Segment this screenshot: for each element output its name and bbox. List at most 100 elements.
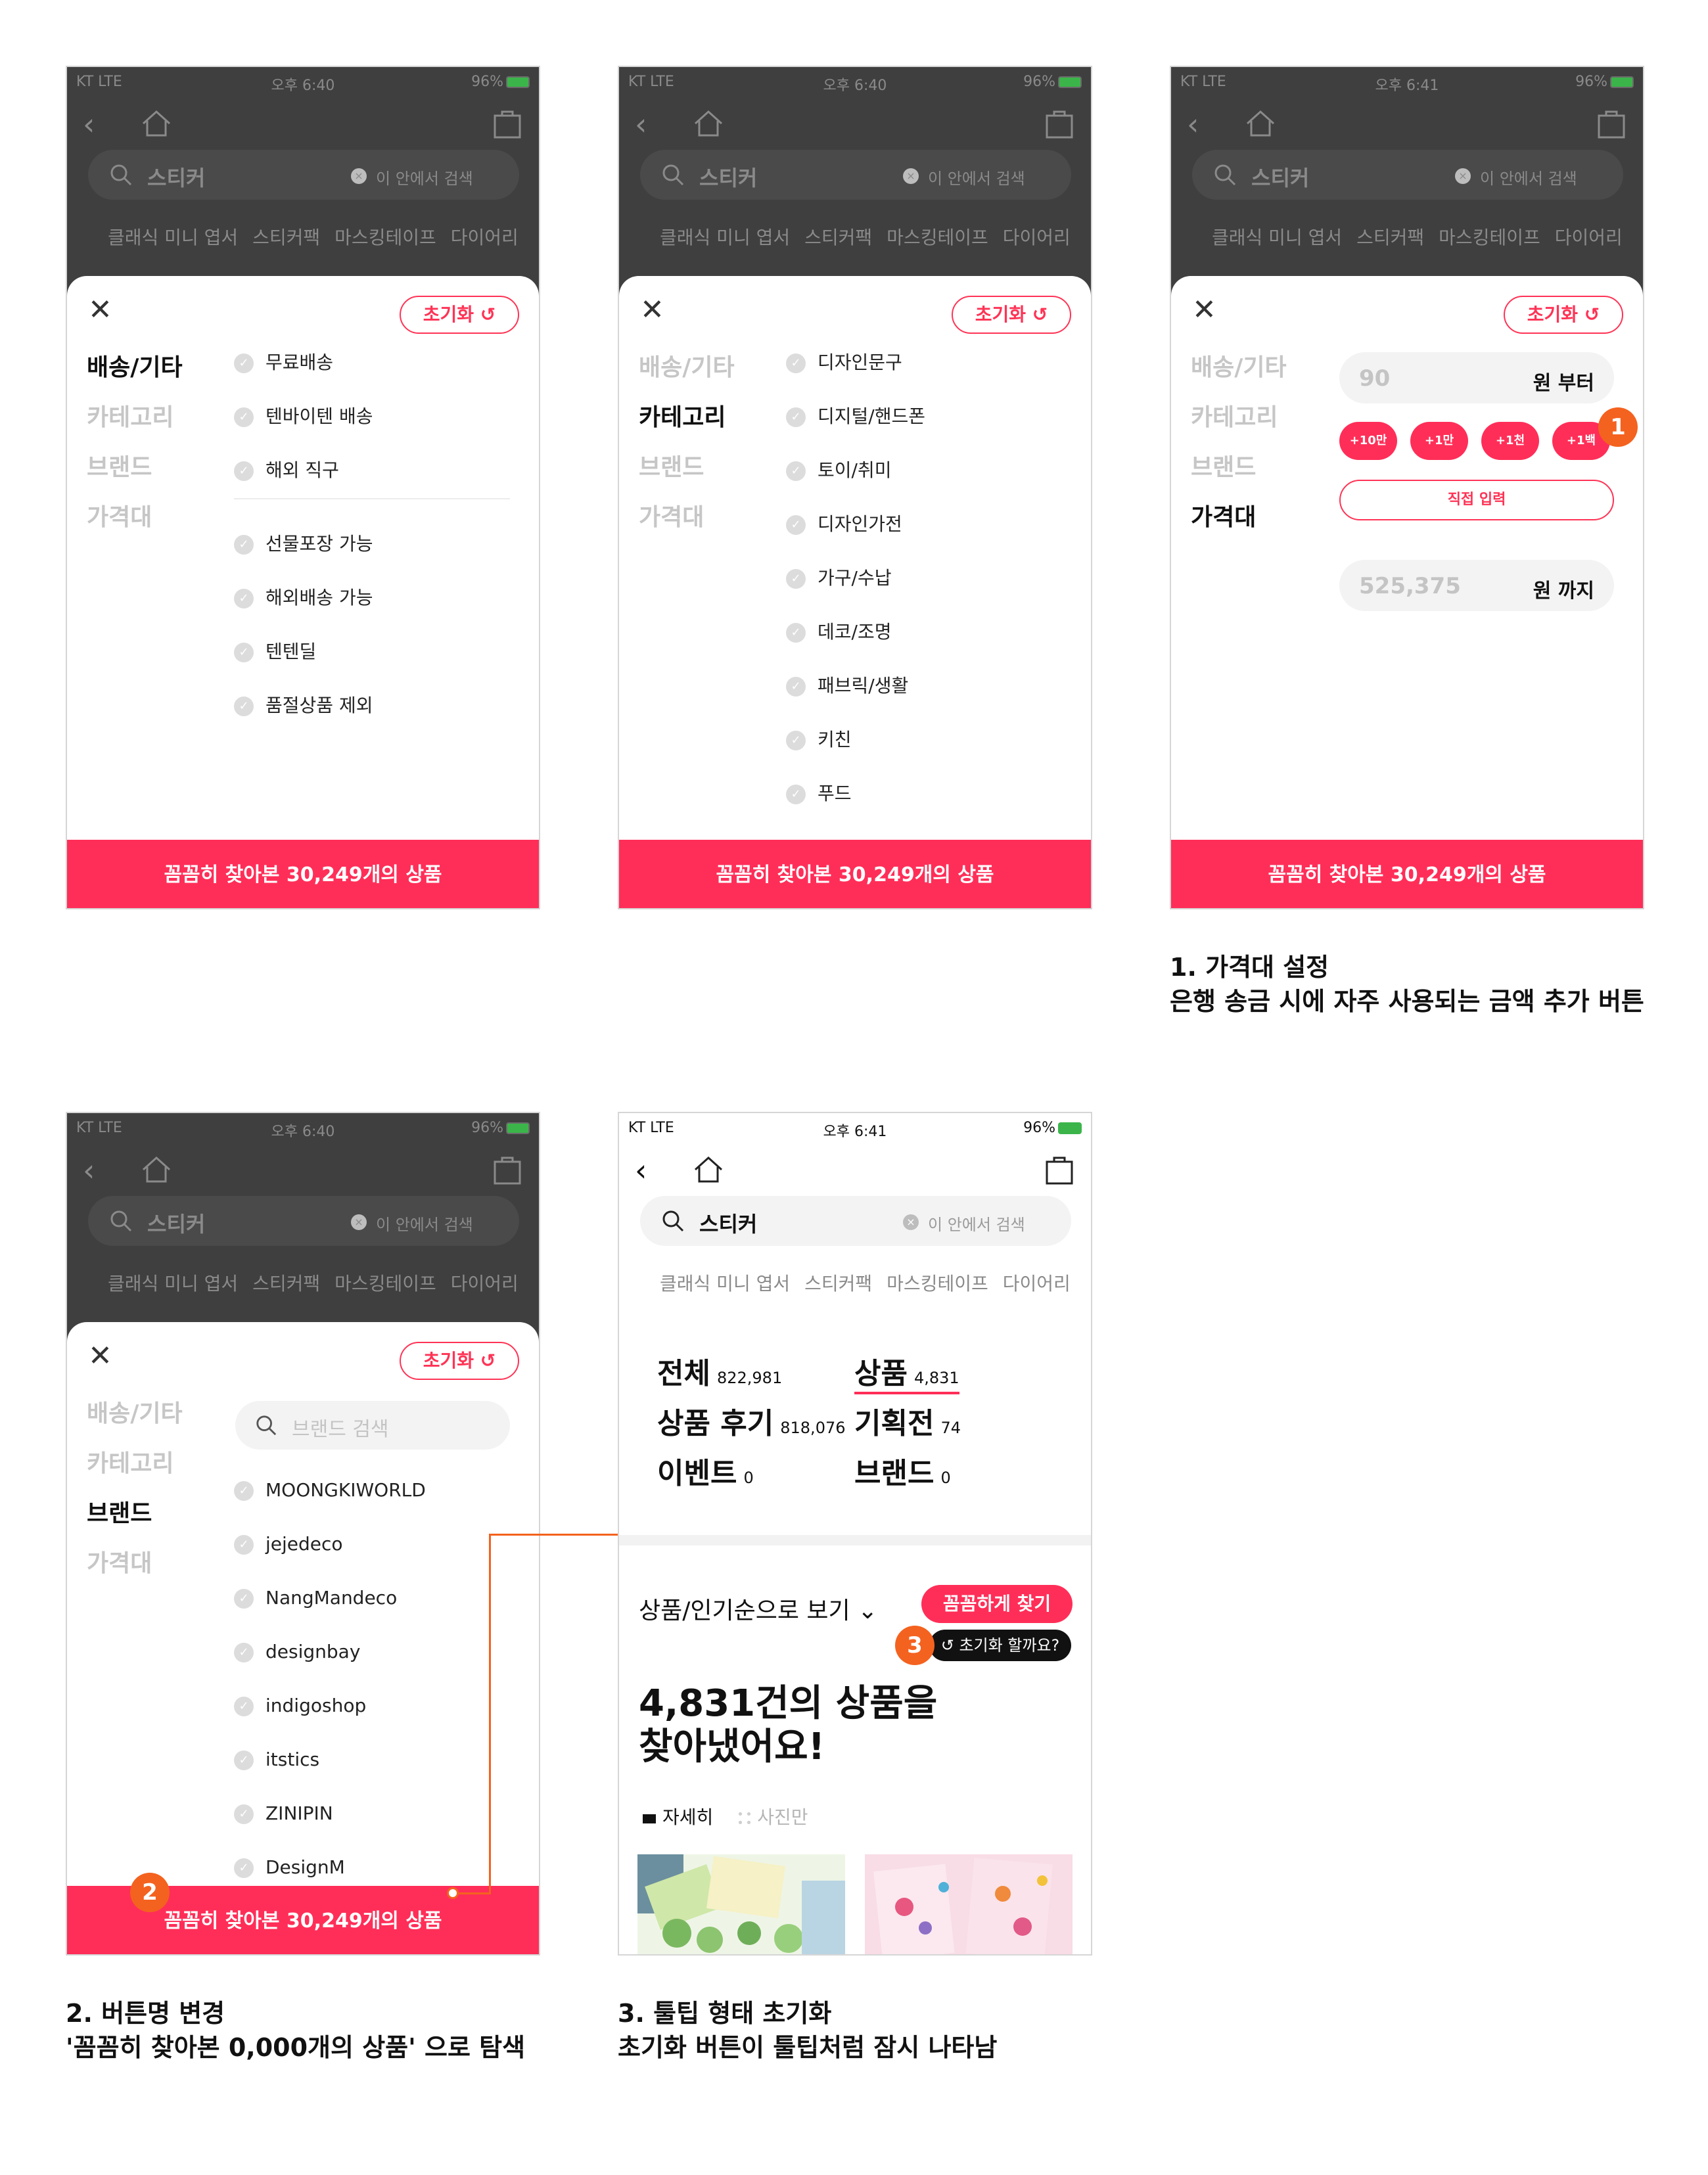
filter-option[interactable]: ✓ 품절상품 제외 bbox=[234, 695, 510, 749]
filter-cat-category[interactable]: 카테고리 bbox=[639, 398, 770, 448]
related-keyword[interactable]: 다이어리 bbox=[451, 1273, 519, 1294]
filter-option[interactable]: ✓ NangMandeco bbox=[234, 1588, 510, 1641]
related-keyword[interactable]: 스티커팩 bbox=[804, 227, 872, 248]
filter-option[interactable]: ✓ 디지털/핸드폰 bbox=[786, 406, 1062, 460]
filter-option[interactable]: ✓ 가구/수납 bbox=[786, 568, 1062, 622]
product-thumbnail[interactable] bbox=[865, 1854, 1073, 1954]
filter-cat-category[interactable]: 카테고리 bbox=[87, 1444, 218, 1494]
related-keyword[interactable]: 클래식 미니 엽서 bbox=[108, 1273, 238, 1294]
filter-option[interactable]: ✓ indigoshop bbox=[234, 1695, 510, 1749]
search-input[interactable]: 스티커 × 이 안에서 검색 bbox=[640, 1196, 1071, 1246]
filter-cat-brand[interactable]: 브랜드 bbox=[1191, 448, 1322, 498]
reset-button[interactable]: 초기화 ↺ bbox=[400, 1342, 519, 1380]
view-detail-option[interactable]: 자세히 bbox=[643, 1806, 713, 1828]
filter-option[interactable]: ✓ 토이/취미 bbox=[786, 460, 1062, 514]
filter-cat-brand[interactable]: 브랜드 bbox=[639, 448, 770, 498]
filter-cat-price[interactable]: 가격대 bbox=[639, 498, 770, 548]
filter-option[interactable]: ✓ 디자인문구 bbox=[786, 352, 1062, 406]
close-icon[interactable]: ✕ bbox=[88, 296, 112, 325]
product-thumbnail[interactable] bbox=[637, 1854, 845, 1954]
filter-option[interactable]: ✓ designbay bbox=[234, 1641, 510, 1695]
home-icon[interactable] bbox=[141, 109, 172, 138]
related-keyword[interactable]: 마스킹테이프 bbox=[335, 1273, 436, 1294]
search-input[interactable]: 스티커 × 이 안에서 검색 bbox=[1192, 150, 1623, 200]
filter-option[interactable]: ✓ itstics bbox=[234, 1749, 510, 1803]
close-icon[interactable]: ✕ bbox=[640, 296, 664, 325]
filter-cat-brand[interactable]: 브랜드 bbox=[87, 1494, 218, 1544]
filter-cat-delivery[interactable]: 배송/기타 bbox=[87, 1394, 218, 1444]
tab-exhibitions[interactable]: 기획전 74 bbox=[854, 1400, 961, 1442]
search-input[interactable]: 스티커 × 이 안에서 검색 bbox=[88, 150, 519, 200]
related-keyword[interactable]: 다이어리 bbox=[1003, 1273, 1071, 1294]
reset-button[interactable]: 초기화 ↺ bbox=[952, 296, 1071, 334]
related-keyword[interactable]: 클래식 미니 엽서 bbox=[1212, 227, 1342, 248]
add-10k-button[interactable]: +1만 bbox=[1410, 422, 1468, 460]
related-keyword[interactable]: 다이어리 bbox=[451, 227, 519, 248]
result-button[interactable]: 꼼꼼히 찾아본 30,249개의 상품 bbox=[1171, 840, 1643, 908]
shopping-bag-icon[interactable] bbox=[1045, 1154, 1074, 1185]
clear-icon[interactable]: × bbox=[903, 1214, 919, 1230]
direct-input-button[interactable]: 직접 입력 bbox=[1339, 480, 1614, 520]
close-icon[interactable]: ✕ bbox=[88, 1342, 112, 1371]
related-keyword[interactable]: 다이어리 bbox=[1003, 227, 1071, 248]
filter-option[interactable]: ✓ 무료배송 bbox=[234, 352, 510, 406]
filter-cat-delivery[interactable]: 배송/기타 bbox=[87, 348, 218, 398]
close-icon[interactable]: ✕ bbox=[1192, 296, 1216, 325]
view-photo-option[interactable]: 사진만 bbox=[739, 1806, 808, 1828]
filter-cat-price[interactable]: 가격대 bbox=[1191, 498, 1322, 548]
clear-icon[interactable]: × bbox=[903, 168, 919, 184]
filter-option[interactable]: ✓ 푸드 bbox=[786, 783, 1062, 837]
back-icon[interactable]: ‹ bbox=[83, 108, 95, 141]
related-keyword[interactable]: 마스킹테이프 bbox=[335, 227, 436, 248]
filter-cat-price[interactable]: 가격대 bbox=[87, 1544, 218, 1594]
add-1k-button[interactable]: +1천 bbox=[1481, 422, 1539, 460]
filter-option[interactable]: ✓ 데코/조명 bbox=[786, 622, 1062, 675]
related-keyword[interactable]: 스티커팩 bbox=[804, 1273, 872, 1294]
filter-cat-category[interactable]: 카테고리 bbox=[1191, 398, 1322, 448]
brand-search-input[interactable]: 브랜드 검색 bbox=[235, 1401, 510, 1450]
related-keyword[interactable]: 클래식 미니 엽서 bbox=[108, 227, 238, 248]
find-thoroughly-button[interactable]: 꼼꼼하게 찾기 bbox=[921, 1585, 1073, 1623]
shopping-bag-icon[interactable] bbox=[493, 108, 522, 139]
related-keyword[interactable]: 마스킹테이프 bbox=[887, 227, 988, 248]
related-keyword[interactable]: 클래식 미니 엽서 bbox=[660, 227, 790, 248]
result-button[interactable]: 꼼꼼히 찾아본 30,249개의 상품 bbox=[619, 840, 1091, 908]
back-icon[interactable]: ‹ bbox=[83, 1154, 95, 1187]
filter-option[interactable]: ✓ 선물포장 가능 bbox=[234, 534, 510, 587]
filter-option[interactable]: ✓ 디자인가전 bbox=[786, 514, 1062, 568]
filter-option[interactable]: ✓ 텐바이텐 배송 bbox=[234, 406, 510, 460]
home-icon[interactable] bbox=[693, 109, 724, 138]
filter-cat-delivery[interactable]: 배송/기타 bbox=[1191, 348, 1322, 398]
filter-cat-price[interactable]: 가격대 bbox=[87, 498, 218, 548]
related-keyword[interactable]: 스티커팩 bbox=[252, 227, 320, 248]
search-input[interactable]: 스티커 × 이 안에서 검색 bbox=[640, 150, 1071, 200]
filter-option[interactable]: ✓ 해외배송 가능 bbox=[234, 587, 510, 641]
clear-icon[interactable]: × bbox=[351, 1214, 367, 1230]
filter-cat-brand[interactable]: 브랜드 bbox=[87, 448, 218, 498]
related-keyword[interactable]: 스티커팩 bbox=[252, 1273, 320, 1294]
result-button[interactable]: 꼼꼼히 찾아본 30,249개의 상품 bbox=[67, 840, 539, 908]
min-price-field[interactable]: 90 원 부터 bbox=[1339, 352, 1614, 403]
shopping-bag-icon[interactable] bbox=[493, 1154, 522, 1185]
related-keyword[interactable]: 클래식 미니 엽서 bbox=[660, 1273, 790, 1294]
add-100k-button[interactable]: +10만 bbox=[1339, 422, 1397, 460]
reset-tooltip[interactable]: ↺ 초기화 할까요? bbox=[929, 1630, 1071, 1661]
filter-option[interactable]: ✓ 키친 bbox=[786, 729, 1062, 783]
filter-option[interactable]: ✓ MOONGKIWORLD bbox=[234, 1480, 510, 1534]
filter-cat-category[interactable]: 카테고리 bbox=[87, 398, 218, 448]
related-keyword[interactable]: 스티커팩 bbox=[1356, 227, 1424, 248]
filter-option[interactable]: ✓ 패브릭/생활 bbox=[786, 675, 1062, 729]
tab-brands[interactable]: 브랜드 0 bbox=[854, 1450, 951, 1492]
clear-icon[interactable]: × bbox=[351, 168, 367, 184]
filter-cat-delivery[interactable]: 배송/기타 bbox=[639, 348, 770, 398]
tab-reviews[interactable]: 상품 후기 818,076 bbox=[657, 1400, 846, 1442]
related-keyword[interactable]: 마스킹테이프 bbox=[1439, 227, 1540, 248]
search-input[interactable]: 스티커 × 이 안에서 검색 bbox=[88, 1196, 519, 1246]
filter-option[interactable]: ✓ 텐텐딜 bbox=[234, 641, 510, 695]
max-price-field[interactable]: 525,375 원 까지 bbox=[1339, 560, 1614, 611]
filter-option[interactable]: ✓ 해외 직구 bbox=[234, 460, 510, 493]
shopping-bag-icon[interactable] bbox=[1597, 108, 1626, 139]
back-icon[interactable]: ‹ bbox=[635, 108, 647, 141]
tab-events[interactable]: 이벤트 0 bbox=[657, 1450, 754, 1492]
reset-button[interactable]: 초기화 ↺ bbox=[400, 296, 519, 334]
